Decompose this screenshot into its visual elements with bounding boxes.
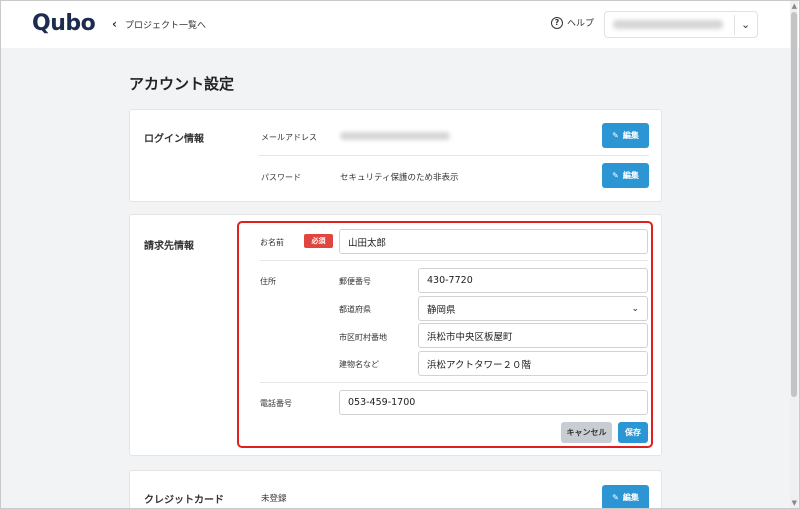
postal-code-label: 郵便番号	[339, 277, 371, 286]
chevron-down-icon: ⌄	[631, 304, 639, 314]
page-title: アカウント設定	[129, 75, 235, 93]
city-input[interactable]: 浜松市中央区板屋町	[418, 323, 648, 348]
pencil-icon: ✎	[612, 493, 619, 502]
password-label: パスワード	[261, 173, 301, 182]
building-label: 建物名など	[339, 360, 379, 369]
building-input[interactable]: 浜松アクトタワー２０階	[418, 351, 648, 376]
chevron-left-icon: ‹	[112, 17, 117, 31]
pencil-icon: ✎	[612, 171, 619, 180]
email-value-blurred	[340, 132, 450, 140]
pencil-icon: ✎	[612, 131, 619, 140]
question-circle-icon: ?	[551, 16, 563, 29]
phone-label: 電話番号	[260, 399, 292, 408]
login-info-title: ログイン情報	[144, 134, 204, 145]
login-row-separator	[258, 155, 649, 156]
prefecture-select[interactable]: 静岡県 ⌄	[418, 296, 648, 321]
name-label: お名前	[260, 238, 284, 247]
scrollbar-thumb[interactable]	[791, 12, 797, 397]
name-separator	[260, 260, 648, 261]
address-label: 住所	[260, 277, 276, 286]
account-menu[interactable]: ⌄	[604, 11, 758, 38]
password-value: セキュリティ保護のため非表示	[340, 173, 459, 183]
address-separator	[260, 382, 648, 383]
edit-credit-card-button[interactable]: ✎ 編集	[602, 485, 649, 509]
login-info-card: ログイン情報 メールアドレス ✎ 編集 パスワード セキュリティ保護のため非表示…	[129, 109, 662, 202]
edit-credit-card-label: 編集	[622, 493, 639, 502]
account-email-blurred	[613, 20, 723, 29]
edit-email-button[interactable]: ✎ 編集	[602, 123, 649, 148]
account-divider	[734, 15, 735, 35]
top-header: Qubo ‹ プロジェクト一覧へ ? ヘルプ ⌄	[0, 0, 800, 48]
edit-password-button[interactable]: ✎ 編集	[602, 163, 649, 188]
postal-code-input[interactable]: 430-7720	[418, 268, 648, 293]
prefecture-value: 静岡県	[427, 304, 456, 316]
scroll-down-arrow-icon[interactable]: ▼	[792, 499, 797, 507]
help-label: ヘルプ	[567, 19, 595, 29]
scroll-up-arrow-icon[interactable]: ▲	[792, 2, 797, 10]
credit-card-status: 未登録	[261, 494, 287, 504]
email-label: メールアドレス	[261, 133, 317, 142]
save-button[interactable]: 保存	[618, 422, 648, 443]
cancel-button[interactable]: キャンセル	[561, 422, 612, 443]
back-to-projects-link[interactable]: ‹ プロジェクト一覧へ	[112, 17, 206, 31]
city-label: 市区町村番地	[339, 333, 387, 342]
name-input[interactable]: 山田太郎	[339, 229, 648, 254]
chevron-down-icon[interactable]: ⌄	[741, 18, 750, 31]
required-badge: 必須	[304, 234, 333, 248]
prefecture-label: 都道府県	[339, 305, 371, 314]
phone-input[interactable]: 053-459-1700	[339, 390, 648, 415]
billing-info-title: 請求先情報	[144, 241, 194, 252]
back-link-label: プロジェクト一覧へ	[124, 20, 206, 31]
edit-email-label: 編集	[622, 131, 639, 140]
credit-card-title: クレジットカード	[144, 495, 224, 506]
qubo-logo[interactable]: Qubo	[32, 11, 96, 36]
help-link[interactable]: ? ヘルプ	[551, 16, 594, 29]
credit-card-card: クレジットカード 未登録 ✎ 編集	[129, 470, 662, 509]
edit-password-label: 編集	[622, 171, 639, 180]
